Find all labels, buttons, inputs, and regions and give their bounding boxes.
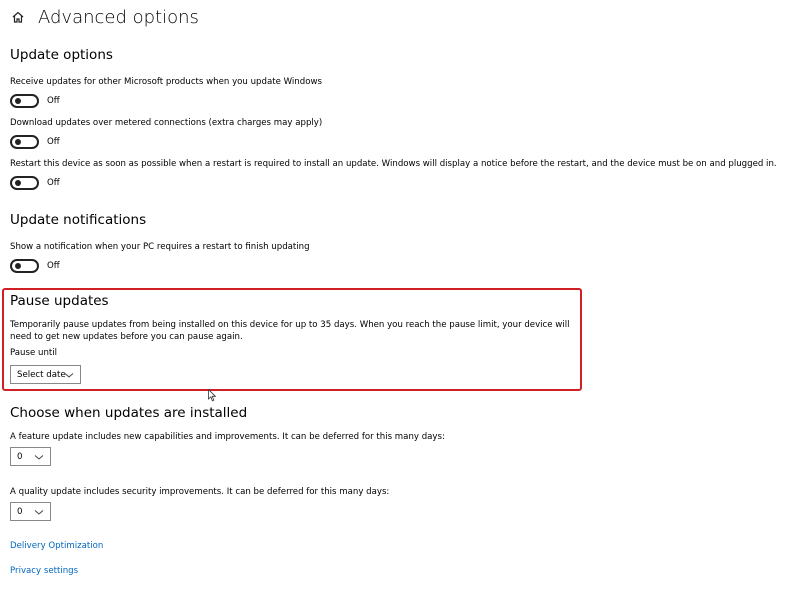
toggle-knob — [15, 98, 21, 104]
page-title: Advanced options — [38, 6, 199, 28]
toggle-state-label: Off — [47, 137, 60, 147]
pause-updates-description-line1: Temporarily pause updates from being ins… — [10, 320, 570, 330]
page-header: Advanced options — [10, 4, 199, 30]
restart-asap-label: Restart this device as soon as possible … — [10, 159, 777, 169]
pause-until-label: Pause until — [10, 348, 58, 358]
metered-connections-label: Download updates over metered connection… — [10, 118, 323, 128]
chevron-down-icon — [34, 510, 44, 515]
toggle-state-label: Off — [47, 96, 60, 106]
feature-update-deferral-value: 0 — [17, 451, 23, 462]
toggle-state-label: Off — [47, 178, 60, 188]
delivery-optimization-link[interactable]: Delivery Optimization — [10, 541, 103, 551]
restart-asap-toggle[interactable] — [10, 176, 39, 190]
pause-updates-title: Pause updates — [10, 293, 109, 309]
metered-connections-toggle[interactable] — [10, 135, 39, 149]
restart-notification-toggle[interactable] — [10, 259, 39, 273]
quality-update-label: A quality update includes security impro… — [10, 487, 390, 497]
mouse-cursor-icon — [208, 389, 216, 402]
toggle-state-label: Off — [47, 261, 60, 271]
pause-updates-description-line2: need to get new updates before you can p… — [10, 332, 243, 342]
update-options-title: Update options — [10, 47, 113, 63]
choose-updates-title: Choose when updates are installed — [10, 405, 248, 421]
other-products-toggle-row: Off — [10, 94, 60, 108]
quality-update-deferral-select[interactable]: 0 — [10, 502, 51, 521]
other-products-toggle[interactable] — [10, 94, 39, 108]
toggle-knob — [15, 139, 21, 145]
restart-notification-toggle-row: Off — [10, 259, 60, 273]
home-icon[interactable] — [10, 9, 26, 25]
pause-until-select[interactable]: Select date — [10, 365, 81, 384]
pause-until-value: Select date — [17, 369, 66, 380]
toggle-knob — [15, 263, 21, 269]
chevron-down-icon — [64, 373, 74, 378]
restart-notification-label: Show a notification when your PC require… — [10, 242, 310, 252]
privacy-settings-link[interactable]: Privacy settings — [10, 566, 78, 576]
quality-update-deferral-value: 0 — [17, 506, 23, 517]
feature-update-deferral-select[interactable]: 0 — [10, 447, 51, 466]
toggle-knob — [15, 180, 21, 186]
other-products-label: Receive updates for other Microsoft prod… — [10, 77, 322, 87]
feature-update-label: A feature update includes new capabiliti… — [10, 432, 445, 442]
update-notifications-title: Update notifications — [10, 212, 147, 228]
chevron-down-icon — [34, 455, 44, 460]
metered-connections-toggle-row: Off — [10, 135, 60, 149]
restart-asap-toggle-row: Off — [10, 176, 60, 190]
